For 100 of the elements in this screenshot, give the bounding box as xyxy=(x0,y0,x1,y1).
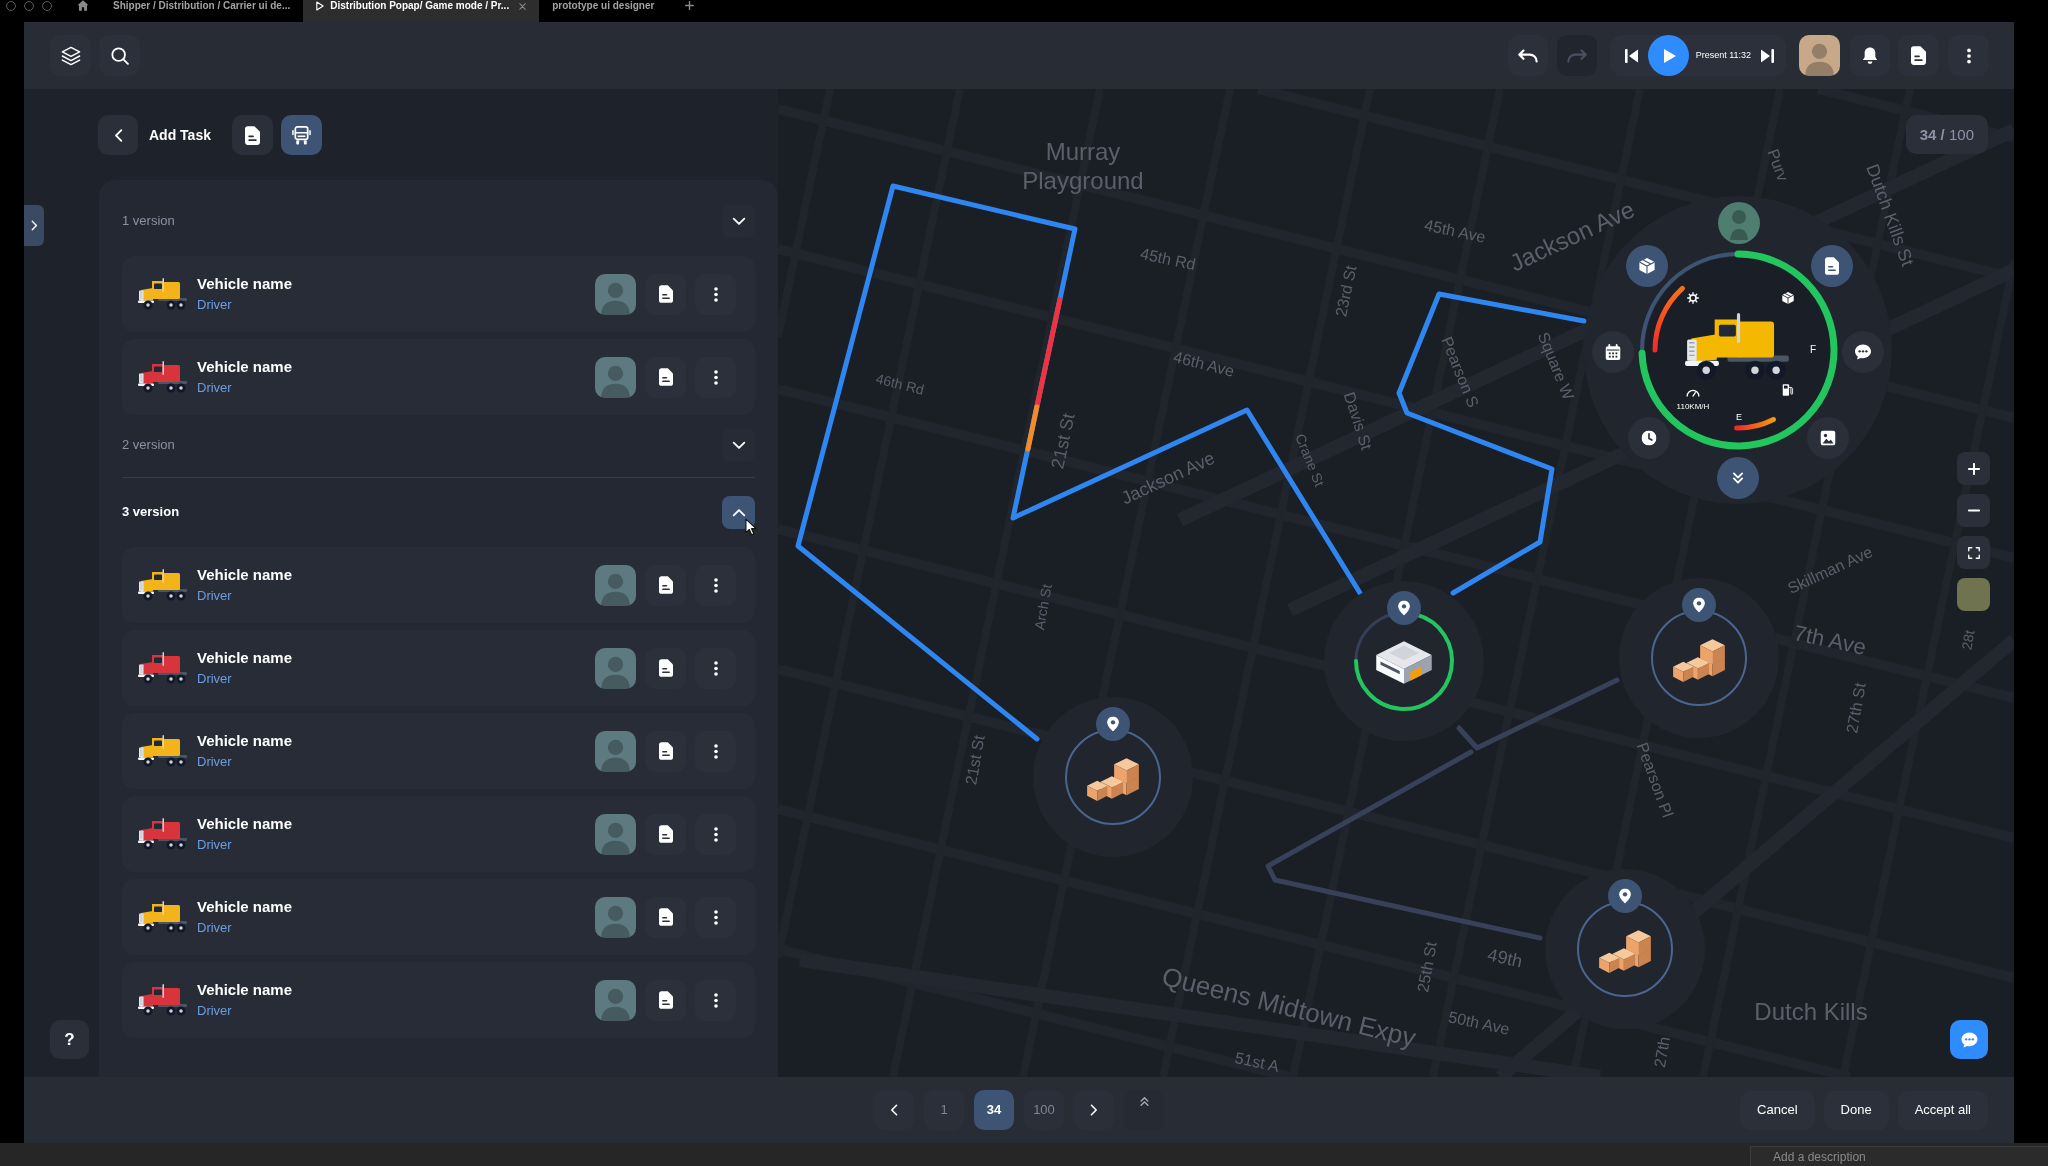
minus-icon xyxy=(1967,509,1980,512)
driver-label: Driver xyxy=(197,587,233,605)
previous-button[interactable] xyxy=(1624,48,1638,63)
vehicle-row[interactable]: Vehicle name Driver xyxy=(122,962,755,1038)
more-button[interactable] xyxy=(1948,35,1989,76)
location-pin-icon[interactable] xyxy=(1096,707,1130,741)
document-icon[interactable] xyxy=(1811,245,1853,287)
speedometer-icon xyxy=(1687,390,1699,397)
vehicle-name: Vehicle name xyxy=(197,731,293,751)
browser-tab[interactable]: prototype ui designer xyxy=(539,0,668,22)
back-button[interactable] xyxy=(98,115,138,155)
driver-avatar[interactable] xyxy=(595,356,636,398)
location-pin-icon[interactable] xyxy=(1682,588,1716,622)
location-pin-icon[interactable] xyxy=(1608,879,1642,913)
logo-button[interactable] xyxy=(50,35,91,76)
more-button[interactable] xyxy=(695,647,736,689)
location-pin-icon[interactable] xyxy=(1387,591,1421,625)
search-button[interactable] xyxy=(99,35,140,76)
vehicle-row[interactable]: Vehicle name Driver xyxy=(122,796,755,872)
document-button[interactable] xyxy=(645,356,686,398)
vehicle-row[interactable]: Vehicle name Driver xyxy=(122,713,755,789)
more-button[interactable] xyxy=(695,730,736,772)
document-button[interactable] xyxy=(645,273,686,315)
clock-icon[interactable] xyxy=(1628,417,1670,459)
box-icon[interactable] xyxy=(1626,245,1668,287)
driver-avatar[interactable] xyxy=(595,564,636,606)
document-button[interactable] xyxy=(645,896,686,938)
vehicle-row[interactable]: Vehicle name Driver xyxy=(122,879,755,955)
street-label: Arch St xyxy=(1031,583,1055,631)
more-button[interactable] xyxy=(695,896,736,938)
browser-tab[interactable]: Shipper / Distribution / Carrier ui de... xyxy=(100,0,304,22)
description-field[interactable]: Add a description xyxy=(1750,1146,2048,1166)
footer-button[interactable]: Cancel xyxy=(1740,1090,1815,1130)
document-icon xyxy=(658,908,673,926)
vehicle-row[interactable]: Vehicle name Driver xyxy=(122,256,755,332)
more-button[interactable] xyxy=(695,813,736,855)
document-icon xyxy=(658,659,673,677)
street-label: Pearson Pl xyxy=(1633,740,1677,820)
more-button[interactable] xyxy=(695,564,736,606)
home-icon[interactable] xyxy=(77,0,89,11)
driver-avatar[interactable] xyxy=(595,896,636,938)
more-button[interactable] xyxy=(695,356,736,398)
driver-avatar[interactable] xyxy=(595,813,636,855)
notifications-button[interactable] xyxy=(1850,35,1890,76)
document-button[interactable] xyxy=(645,647,686,689)
calendar-icon[interactable] xyxy=(1592,331,1634,373)
more-icon xyxy=(713,743,718,759)
satellite-thumbnail[interactable] xyxy=(1957,578,1990,611)
chat-button[interactable] xyxy=(1950,1020,1988,1059)
image-icon[interactable] xyxy=(1807,417,1849,459)
page-button[interactable]: 1 xyxy=(924,1090,964,1130)
page-button[interactable]: 100 xyxy=(1024,1090,1064,1130)
version-label: 1 version xyxy=(122,212,175,231)
document-button[interactable] xyxy=(645,564,686,606)
driver-avatar[interactable] xyxy=(595,273,636,315)
driver-avatar[interactable] xyxy=(1718,202,1760,244)
zoom-out-button[interactable] xyxy=(1957,494,1990,527)
driver-avatar[interactable] xyxy=(595,979,636,1021)
street-label: 46th Rd xyxy=(874,370,926,398)
footer-button[interactable]: Done xyxy=(1823,1090,1889,1130)
plus-icon[interactable] xyxy=(685,1,695,10)
street-label: 50th Ave xyxy=(1446,1008,1512,1038)
footer-button[interactable]: Accept all xyxy=(1897,1090,1988,1130)
document-view-button[interactable] xyxy=(232,115,273,155)
play-outline-icon xyxy=(316,1,325,11)
sidebar-toggle-button[interactable] xyxy=(24,205,44,246)
boxes-drawing xyxy=(1599,930,1651,973)
chat-icon[interactable] xyxy=(1842,331,1884,373)
vehicle-row[interactable]: Vehicle name Driver xyxy=(122,630,755,706)
zoom-in-button[interactable] xyxy=(1957,452,1990,485)
driver-avatar[interactable] xyxy=(595,647,636,689)
truck-view-button[interactable] xyxy=(281,115,322,155)
document-icon xyxy=(245,125,260,145)
help-button[interactable]: ? xyxy=(50,1020,89,1059)
more-button[interactable] xyxy=(695,979,736,1021)
browser-tab[interactable]: Distribution Popap/ Game mode / Pr... xyxy=(303,0,540,22)
double-chevron-down-icon[interactable] xyxy=(1717,457,1759,499)
boxes-drawing xyxy=(1087,758,1139,801)
document-button[interactable] xyxy=(645,813,686,855)
close-icon[interactable] xyxy=(519,3,527,10)
next-button[interactable] xyxy=(1761,48,1774,63)
street-label: 45th Ave xyxy=(1422,216,1488,246)
page-button[interactable]: 34 xyxy=(974,1090,1014,1130)
vehicle-row[interactable]: Vehicle name Driver xyxy=(122,339,755,415)
driver-label: Driver xyxy=(197,753,233,771)
speed-reading: 110KM/H xyxy=(1676,401,1710,411)
chevron-down-icon xyxy=(731,216,746,226)
user-avatar[interactable] xyxy=(1799,35,1840,76)
fullscreen-button[interactable] xyxy=(1957,536,1990,569)
document-button[interactable] xyxy=(1898,35,1939,76)
chevron-up-icon xyxy=(731,507,746,517)
document-button[interactable] xyxy=(645,730,686,772)
document-icon xyxy=(658,991,673,1009)
more-button[interactable] xyxy=(695,273,736,315)
driver-avatar[interactable] xyxy=(595,730,636,772)
play-button[interactable] xyxy=(1647,35,1689,76)
document-button[interactable] xyxy=(645,979,686,1021)
vehicle-row[interactable]: Vehicle name Driver xyxy=(122,547,755,623)
collapse-button[interactable] xyxy=(722,495,755,529)
undo-button[interactable] xyxy=(1507,35,1548,76)
